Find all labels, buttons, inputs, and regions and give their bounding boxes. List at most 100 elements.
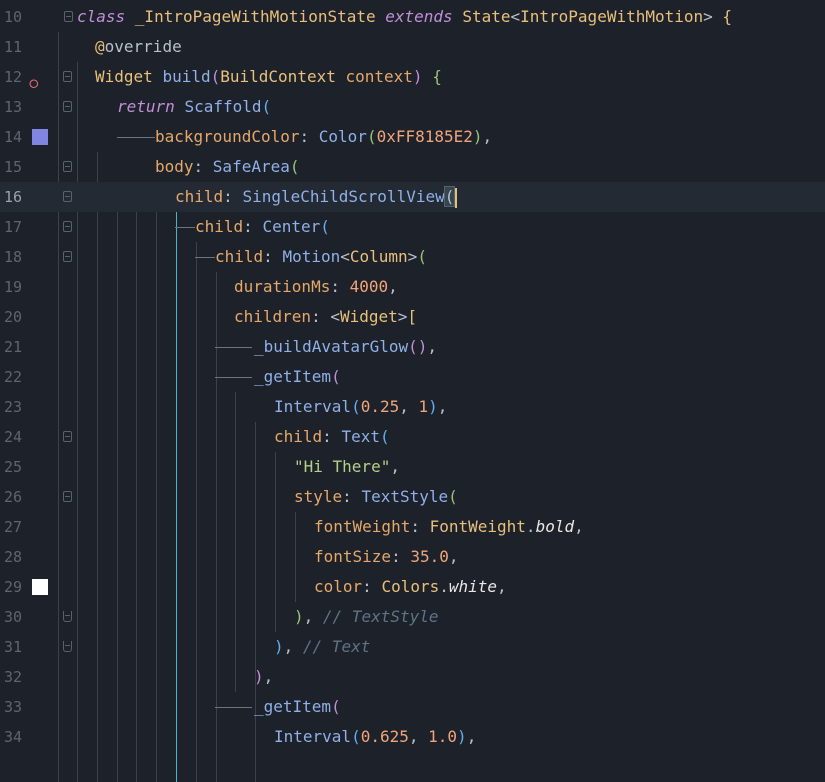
code-line[interactable]: 23 Interval(0.25, 1),	[0, 392, 825, 422]
code-text: style: TextStyle(	[294, 482, 458, 512]
code-line[interactable]: 28 fontSize: 35.0,	[0, 542, 825, 572]
code-token: :	[243, 217, 263, 236]
code-token: Motion	[282, 247, 341, 266]
code-token: : <	[311, 307, 340, 326]
code-line[interactable]: 18 child: Motion<Column>(	[0, 242, 825, 272]
line-number: 21	[4, 338, 23, 356]
code-token: 1.0	[428, 727, 458, 746]
code-token: SingleChildScrollView	[242, 187, 445, 206]
code-line[interactable]: 13 return Scaffold(	[0, 92, 825, 122]
code-token: )	[457, 727, 467, 746]
code-line[interactable]: 10 class _IntroPageWithMotionState extend…	[0, 2, 825, 32]
code-token: ,	[482, 127, 493, 146]
code-token: )	[254, 667, 264, 686]
fold-toggle-icon[interactable]	[63, 71, 72, 82]
code-token: 35.0	[410, 547, 449, 566]
code-token: ,	[574, 517, 584, 536]
color-swatch-icon[interactable]	[32, 129, 48, 145]
code-line[interactable]: 33 _getItem(	[0, 692, 825, 722]
code-text: Interval(0.625, 1.0),	[274, 722, 476, 752]
code-token: child	[215, 247, 264, 266]
code-text: _getItem(	[254, 692, 341, 722]
code-token: (	[331, 697, 341, 716]
code-token: :	[391, 547, 411, 566]
code-token: :	[330, 277, 350, 296]
code-text: _getItem(	[254, 362, 341, 392]
code-token: _buildAvatarGlow	[254, 337, 409, 356]
code-token: backgroundColor	[155, 127, 300, 146]
code-text: Interval(0.25, 1),	[274, 392, 447, 422]
fold-toggle-icon[interactable]	[63, 431, 72, 442]
code-token: (	[289, 157, 300, 176]
line-number: 32	[4, 668, 23, 686]
code-line[interactable]: 17 child: Center(	[0, 212, 825, 242]
code-token: child	[175, 187, 224, 206]
code-token: IntroPageWithMotion	[520, 7, 704, 26]
code-line[interactable]: 26 style: TextStyle(	[0, 482, 825, 512]
fold-toggle-icon[interactable]	[64, 11, 73, 22]
code-line[interactable]: 34 Interval(0.625, 1.0),	[0, 722, 825, 752]
code-token: durationMs	[234, 277, 331, 296]
code-token: (	[261, 97, 272, 116]
code-token: ,	[399, 397, 419, 416]
code-line[interactable]: 29 color: Colors.white,	[0, 572, 825, 602]
code-line[interactable]: 24 child: Text(	[0, 422, 825, 452]
line-number: 11	[4, 38, 23, 56]
code-text: ),	[254, 662, 273, 692]
code-token: <	[340, 247, 350, 266]
code-line[interactable]: 27 fontWeight: FontWeight.bold,	[0, 512, 825, 542]
line-number: 27	[4, 518, 23, 536]
code-text: fontWeight: FontWeight.bold,	[314, 512, 584, 542]
line-number: 30	[4, 608, 23, 626]
line-number: 17	[4, 218, 23, 236]
code-token: body	[155, 157, 194, 176]
code-line[interactable]: 16 child: SingleChildScrollView(	[0, 182, 825, 212]
code-token: child	[195, 217, 244, 236]
line-number: 14	[4, 128, 23, 146]
code-text: Widget build(BuildContext context) {	[95, 62, 442, 92]
code-line[interactable]: 12 ⭘ Widget build(BuildContext context) {	[0, 62, 825, 92]
code-line[interactable]: 11 @override	[0, 32, 825, 62]
code-line[interactable]: 22 _getItem(	[0, 362, 825, 392]
code-token: ,	[390, 457, 400, 476]
code-token: State	[462, 7, 511, 26]
code-token: :	[299, 127, 319, 146]
fold-toggle-icon[interactable]	[63, 161, 72, 172]
fold-toggle-icon[interactable]	[63, 641, 72, 652]
code-line[interactable]: 21 _buildAvatarGlow(),	[0, 332, 825, 362]
code-line[interactable]: 20 children: <Widget>[	[0, 302, 825, 332]
code-line[interactable]: 30), // TextStyle	[0, 602, 825, 632]
code-line[interactable]: 15 body: SafeArea(	[0, 152, 825, 182]
code-line[interactable]: 14 backgroundColor: Color(0xFF8185E2),	[0, 122, 825, 152]
line-number: 22	[4, 368, 23, 386]
code-token: extends	[385, 7, 463, 26]
fold-toggle-icon[interactable]	[63, 491, 72, 502]
code-token: :	[362, 577, 382, 596]
code-text: child: Text(	[274, 422, 390, 452]
code-line[interactable]: 25 "Hi There",	[0, 452, 825, 482]
code-token: :	[223, 187, 243, 206]
code-text: return Scaffold(	[117, 92, 271, 122]
fold-toggle-icon[interactable]	[63, 191, 72, 202]
code-token: ,	[466, 727, 477, 746]
code-token: :	[342, 487, 362, 506]
code-token: ,	[303, 607, 323, 626]
code-line[interactable]: 31), // Text	[0, 632, 825, 662]
code-line[interactable]: 19 durationMs: 4000,	[0, 272, 825, 302]
fold-toggle-icon[interactable]	[63, 101, 72, 112]
code-token: SafeArea	[212, 157, 290, 176]
code-token: Column	[349, 247, 408, 266]
fold-toggle-icon[interactable]	[63, 221, 72, 232]
fold-toggle-icon[interactable]	[63, 611, 72, 622]
code-token: return	[117, 97, 185, 116]
code-token: color	[314, 577, 363, 596]
fold-toggle-icon[interactable]	[63, 251, 72, 262]
color-swatch-icon[interactable]	[32, 579, 48, 595]
code-line[interactable]: 32),	[0, 662, 825, 692]
code-token: Colors	[381, 577, 440, 596]
code-token: Center	[262, 217, 321, 236]
code-editor[interactable]: 10 class _IntroPageWithMotionState extend…	[0, 0, 825, 782]
line-number: 33	[4, 698, 23, 716]
code-token: >	[397, 307, 408, 326]
code-token: ,	[427, 337, 438, 356]
